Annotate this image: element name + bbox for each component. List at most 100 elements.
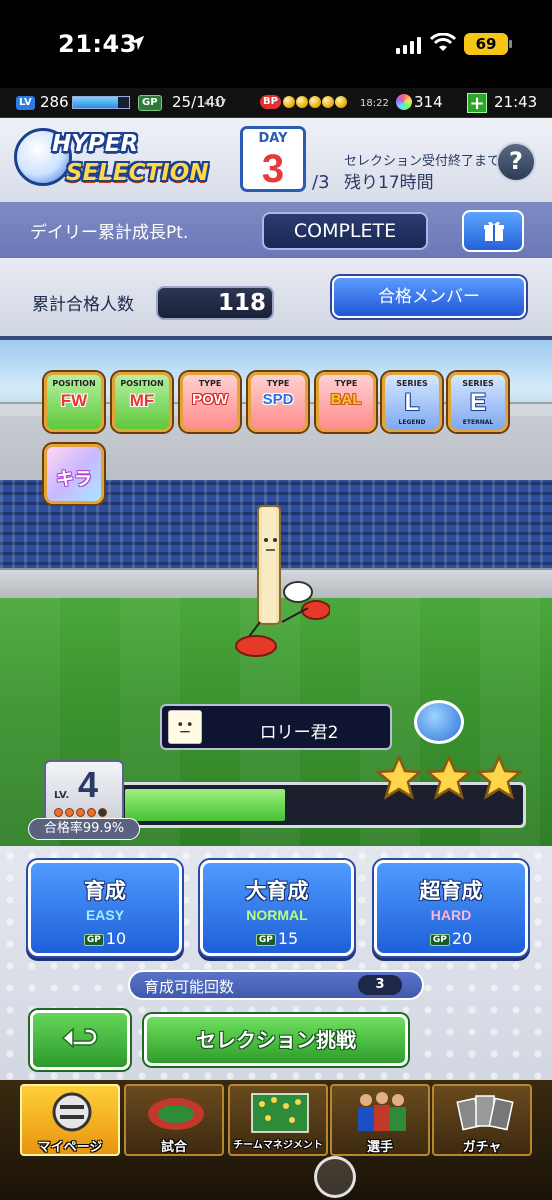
player-name-plate: ロリー君2: [160, 704, 392, 750]
train-cost: GP 10: [31, 929, 179, 948]
passed-count-label: 累計合格人数: [32, 295, 134, 315]
day-label: DAY: [243, 129, 303, 149]
formation-icon: [251, 1093, 309, 1133]
bp-orbs: [283, 96, 347, 108]
gift-icon: [484, 221, 504, 241]
ios-time: 21:43: [58, 30, 137, 58]
chip-position-fw: POSITION FW: [44, 372, 104, 432]
chip-kira: キラ: [44, 444, 104, 504]
nav-label: ガチャ: [462, 1140, 502, 1155]
chip-caption: SERIES: [396, 379, 428, 388]
gp-icon: GP: [255, 934, 276, 946]
gp-icon: GP: [429, 934, 450, 946]
stadium-icon: [148, 1098, 204, 1130]
training-count-bar: 育成可能回数 3: [128, 970, 424, 1000]
logo-line-2: SELECTION: [66, 160, 209, 186]
train-normal-button[interactable]: 大育成 NORMAL GP 15: [200, 860, 354, 956]
level-dot: [76, 808, 85, 817]
chat-bubble-icon[interactable]: [414, 700, 464, 744]
hyper-selection-logo: HYPER SELECTION: [14, 124, 210, 198]
train-difficulty: NORMAL: [246, 907, 308, 923]
chip-caption: TYPE: [334, 379, 358, 388]
chip-value: MF: [129, 391, 155, 410]
day-total: /3: [312, 172, 330, 193]
level-badge: LV: [16, 96, 35, 110]
bp-timer: 18:22: [360, 98, 389, 109]
level-dot: [98, 808, 107, 817]
stadium-scene: POSITION FW POSITION MF TYPE POW TYPE SP…: [0, 340, 552, 846]
deadline-caption: セレクション受付終了まで: [344, 154, 501, 169]
train-difficulty: HARD: [430, 907, 472, 923]
game-clock: 21:43: [494, 93, 538, 111]
chip-type-bal: TYPE BAL: [316, 372, 376, 432]
deadline-remaining: 残り17時間: [344, 173, 434, 193]
location-arrow-icon: [129, 35, 145, 51]
ios-status-bar: 21:43 69: [0, 0, 552, 88]
level-dot: [54, 808, 63, 817]
training-count-value: 3: [358, 975, 402, 995]
back-button[interactable]: [30, 1010, 130, 1070]
train-difficulty: EASY: [85, 907, 125, 923]
chip-value: L: [404, 389, 420, 416]
gift-button[interactable]: [462, 210, 524, 252]
logo-line-1: HYPER: [52, 131, 139, 157]
chip-value: BAL: [330, 391, 362, 408]
gp-badge: GP: [138, 95, 162, 111]
train-cost-value: 15: [277, 929, 299, 948]
mypage-icon: [52, 1092, 92, 1132]
player-name: ロリー君2: [259, 723, 339, 743]
add-gems-button[interactable]: +: [467, 93, 487, 113]
passed-count-row: 累計合格人数 118 合格メンバー: [0, 258, 552, 340]
growth-progress-fill: [125, 789, 285, 821]
star-icon: [476, 754, 522, 800]
train-easy-button[interactable]: 育成 EASY GP 10: [28, 860, 182, 956]
train-cost-value: 10: [105, 929, 127, 948]
nav-mypage[interactable]: マイページ: [20, 1084, 120, 1156]
pass-rate-badge: 合格率99.9%: [28, 818, 140, 840]
nav-players[interactable]: 選手: [330, 1084, 430, 1156]
nav-match[interactable]: 試合: [124, 1084, 224, 1156]
chip-subcaption: LEGEND: [398, 419, 426, 426]
help-button[interactable]: ?: [496, 142, 536, 182]
train-cost: GP 15: [203, 929, 351, 948]
passed-members-button[interactable]: 合格メンバー: [332, 276, 526, 318]
chip-value: SPD: [262, 391, 294, 408]
day-calendar-card: DAY 3: [240, 126, 306, 192]
chip-type-spd: TYPE SPD: [248, 372, 308, 432]
logo-text: HYPER SELECTION: [52, 130, 212, 192]
chip-value: E: [469, 389, 486, 416]
nav-label: マイページ: [37, 1140, 103, 1155]
chip-value: キラ: [56, 469, 92, 489]
training-count-label: 育成可能回数: [144, 978, 235, 996]
home-indicator[interactable]: [314, 1156, 356, 1198]
chip-caption: SERIES: [462, 379, 494, 388]
cellular-signal-icon: [396, 36, 421, 54]
star-icon: [426, 754, 472, 800]
level-caption: LV.: [54, 790, 70, 801]
nav-team-management[interactable]: チームマネジメント: [228, 1084, 328, 1156]
player-level: 4: [78, 764, 99, 805]
train-title: 育成: [84, 879, 126, 903]
exp-bar: [72, 96, 130, 109]
training-panel: 育成 EASY GP 10 大育成 NORMAL GP 15 超育成 HARD GP…: [0, 846, 552, 1080]
train-title: 超育成: [419, 879, 483, 903]
chip-caption: TYPE: [266, 379, 290, 388]
chip-value: FW: [60, 391, 88, 410]
chip-position-mf: POSITION MF: [112, 372, 172, 432]
chip-type-pow: TYPE POW: [180, 372, 240, 432]
gem-icon: [396, 94, 412, 110]
level-dots: [54, 808, 107, 817]
star-icon: [376, 754, 422, 800]
selection-challenge-button[interactable]: セレクション挑戦: [144, 1014, 408, 1066]
player-face-icon: [168, 710, 202, 744]
day-number: 3: [261, 147, 285, 191]
daily-growth-row: デイリー累計成長Pt. COMPLETE: [0, 202, 552, 258]
nav-gacha[interactable]: ガチャ: [432, 1084, 532, 1156]
bp-badge: BP: [260, 95, 281, 109]
gp-timer: 4:37: [204, 98, 227, 109]
return-arrow-icon: [61, 1027, 98, 1049]
chip-caption: TYPE: [198, 379, 222, 388]
gacha-cards-icon: [456, 1095, 514, 1131]
battery-tip: [509, 40, 512, 48]
train-hard-button[interactable]: 超育成 HARD GP 20: [374, 860, 528, 956]
